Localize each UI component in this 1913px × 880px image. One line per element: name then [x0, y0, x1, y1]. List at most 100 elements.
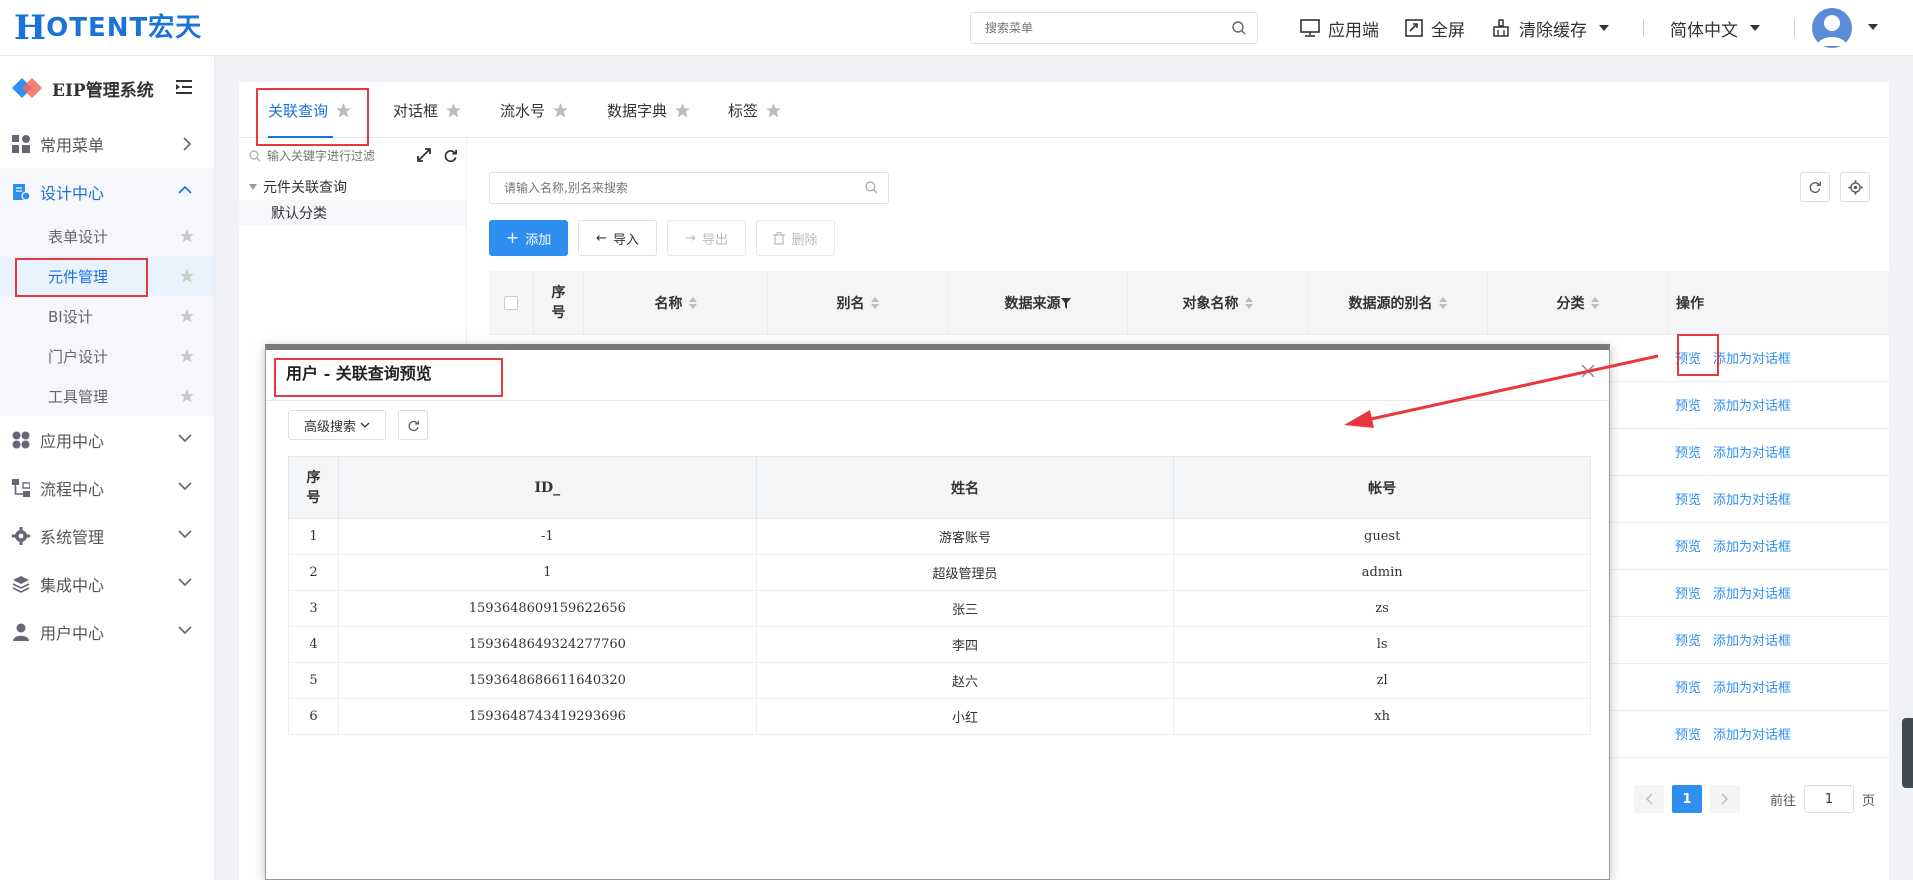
star-icon[interactable]	[675, 102, 691, 118]
menu-user-center-label: 用户中心	[40, 624, 105, 643]
tree-filter	[239, 138, 466, 174]
search-icon[interactable]	[865, 181, 878, 198]
list-refresh-button[interactable]	[1800, 172, 1830, 202]
chevron-right-icon	[1721, 793, 1729, 805]
preview-link[interactable]: 预览	[1675, 395, 1701, 414]
search-icon[interactable]	[1231, 20, 1247, 40]
collapse-menu-icon[interactable]	[176, 80, 192, 94]
sub-form-design[interactable]: 表单设计	[0, 216, 214, 256]
refresh-icon[interactable]	[443, 148, 458, 163]
chevron-right-icon	[183, 137, 192, 151]
advanced-search-label: 高级搜索	[303, 419, 356, 435]
column-settings-button[interactable]	[1840, 172, 1870, 202]
import-button[interactable]: ← 导入	[578, 220, 657, 256]
table-row[interactable]: 4 1593648649324277760 李四 ls	[288, 626, 1591, 663]
tab-data-dictionary[interactable]: 数据字典	[607, 82, 691, 138]
dialog-refresh-button[interactable]	[398, 410, 428, 440]
col-ds-alias[interactable]: 数据源的别名	[1308, 271, 1488, 335]
clear-cache-button[interactable]: 清除缓存	[1491, 16, 1617, 41]
table-row[interactable]: 6 1593648743419293696 小红 xh	[288, 698, 1591, 735]
star-icon[interactable]	[446, 102, 462, 118]
caret-down-icon[interactable]	[1868, 24, 1878, 30]
menu-app-center[interactable]: 应用中心	[0, 416, 214, 464]
add-as-dialog-link[interactable]: 添加为对话框	[1713, 630, 1791, 649]
fullscreen-button[interactable]: 全屏	[1405, 16, 1465, 41]
delete-button[interactable]: 删除	[756, 220, 835, 256]
star-icon[interactable]	[336, 102, 352, 118]
tree-node-default-category[interactable]: 默认分类	[239, 200, 466, 226]
list-search-input[interactable]	[504, 173, 864, 203]
prev-page-button[interactable]	[1634, 785, 1664, 813]
trash-icon	[773, 231, 786, 245]
add-as-dialog-link[interactable]: 添加为对话框	[1713, 442, 1791, 461]
next-page-button[interactable]	[1710, 785, 1740, 813]
star-icon[interactable]	[180, 389, 194, 403]
star-icon[interactable]	[180, 229, 194, 243]
star-icon[interactable]	[553, 102, 569, 118]
col-category[interactable]: 分类	[1488, 271, 1668, 335]
col-operation-label: 操作	[1676, 296, 1704, 312]
col-name[interactable]: 名称	[584, 271, 768, 335]
advanced-search-button[interactable]: 高级搜索	[288, 410, 386, 440]
table-row[interactable]: 1 -1 游客账号 guest	[288, 518, 1591, 555]
menu-flow-center[interactable]: 流程中心	[0, 464, 214, 512]
table-row[interactable]: 2 1 超级管理员 admin	[288, 554, 1591, 591]
export-button[interactable]: → 导出	[667, 220, 746, 256]
sub-tool-management[interactable]: 工具管理	[0, 376, 214, 416]
sub-portal-design[interactable]: 门户设计	[0, 336, 214, 376]
refresh-icon	[1809, 181, 1821, 193]
tab-related-query[interactable]: 关联查询	[268, 82, 352, 138]
menu-system-management[interactable]: 系统管理	[0, 512, 214, 560]
table-row[interactable]: 5 1593648686611640320 赵六 zl	[288, 662, 1591, 699]
preview-link[interactable]: 预览	[1675, 677, 1701, 696]
tab-tag[interactable]: 标签	[728, 82, 782, 138]
page-1-button[interactable]: 1	[1672, 785, 1702, 813]
menu-design-center[interactable]: 设计中心	[0, 168, 214, 216]
preview-link[interactable]: 预览	[1675, 348, 1701, 367]
add-as-dialog-link[interactable]: 添加为对话框	[1713, 677, 1791, 696]
menu-search-input[interactable]	[985, 13, 1225, 43]
goto-page-input[interactable]	[1804, 785, 1855, 813]
hotent-logo[interactable]: H OTENT宏天	[14, 8, 202, 48]
col-alias[interactable]: 别名	[768, 271, 948, 335]
select-all-checkbox[interactable]	[504, 296, 518, 310]
user-avatar[interactable]	[1812, 8, 1852, 48]
col-datasource[interactable]: 数据来源	[948, 271, 1128, 335]
menu-integration-center[interactable]: 集成中心	[0, 560, 214, 608]
expand-icon[interactable]	[417, 148, 431, 162]
app-end-button[interactable]: 应用端	[1300, 16, 1379, 41]
add-button[interactable]: + 添加	[489, 220, 568, 256]
add-as-dialog-link[interactable]: 添加为对话框	[1713, 536, 1791, 555]
add-as-dialog-link[interactable]: 添加为对话框	[1713, 489, 1791, 508]
add-as-dialog-link[interactable]: 添加为对话框	[1713, 583, 1791, 602]
tree-node-root[interactable]: 元件关联查询	[239, 174, 466, 200]
preview-link[interactable]: 预览	[1675, 724, 1701, 743]
preview-link[interactable]: 预览	[1675, 583, 1701, 602]
tab-bar: 关联查询 对话框 流水号 数据字典 标签	[239, 82, 1889, 138]
table-row[interactable]: 3 1593648609159622656 张三 zs	[288, 590, 1591, 627]
tab-dialog[interactable]: 对话框	[393, 82, 462, 138]
close-icon[interactable]	[1581, 364, 1595, 378]
menu-common[interactable]: 常用菜单	[0, 120, 214, 168]
star-icon[interactable]	[180, 269, 194, 283]
add-as-dialog-link[interactable]: 添加为对话框	[1713, 395, 1791, 414]
star-icon[interactable]	[180, 349, 194, 363]
sub-element-management[interactable]: 元件管理	[0, 256, 214, 296]
add-as-dialog-link[interactable]: 添加为对话框	[1713, 348, 1791, 367]
star-icon[interactable]	[180, 309, 194, 323]
language-select[interactable]: 简体中文	[1670, 16, 1768, 41]
col-alias-label: 别名	[836, 296, 865, 312]
preview-link[interactable]: 预览	[1675, 489, 1701, 508]
col-object-name[interactable]: 对象名称	[1128, 271, 1308, 335]
preview-link[interactable]: 预览	[1675, 442, 1701, 461]
add-as-dialog-link[interactable]: 添加为对话框	[1713, 724, 1791, 743]
preview-link[interactable]: 预览	[1675, 630, 1701, 649]
tree-filter-input[interactable]	[267, 149, 417, 163]
menu-user-center[interactable]: 用户中心	[0, 608, 214, 656]
preview-link[interactable]: 预览	[1675, 536, 1701, 555]
side-scroll-handle[interactable]	[1902, 718, 1913, 788]
sub-bi-design[interactable]: BI设计	[0, 296, 214, 336]
tab-serial-number[interactable]: 流水号	[500, 82, 569, 138]
filter-icon[interactable]	[1060, 297, 1071, 309]
star-icon[interactable]	[766, 102, 782, 118]
